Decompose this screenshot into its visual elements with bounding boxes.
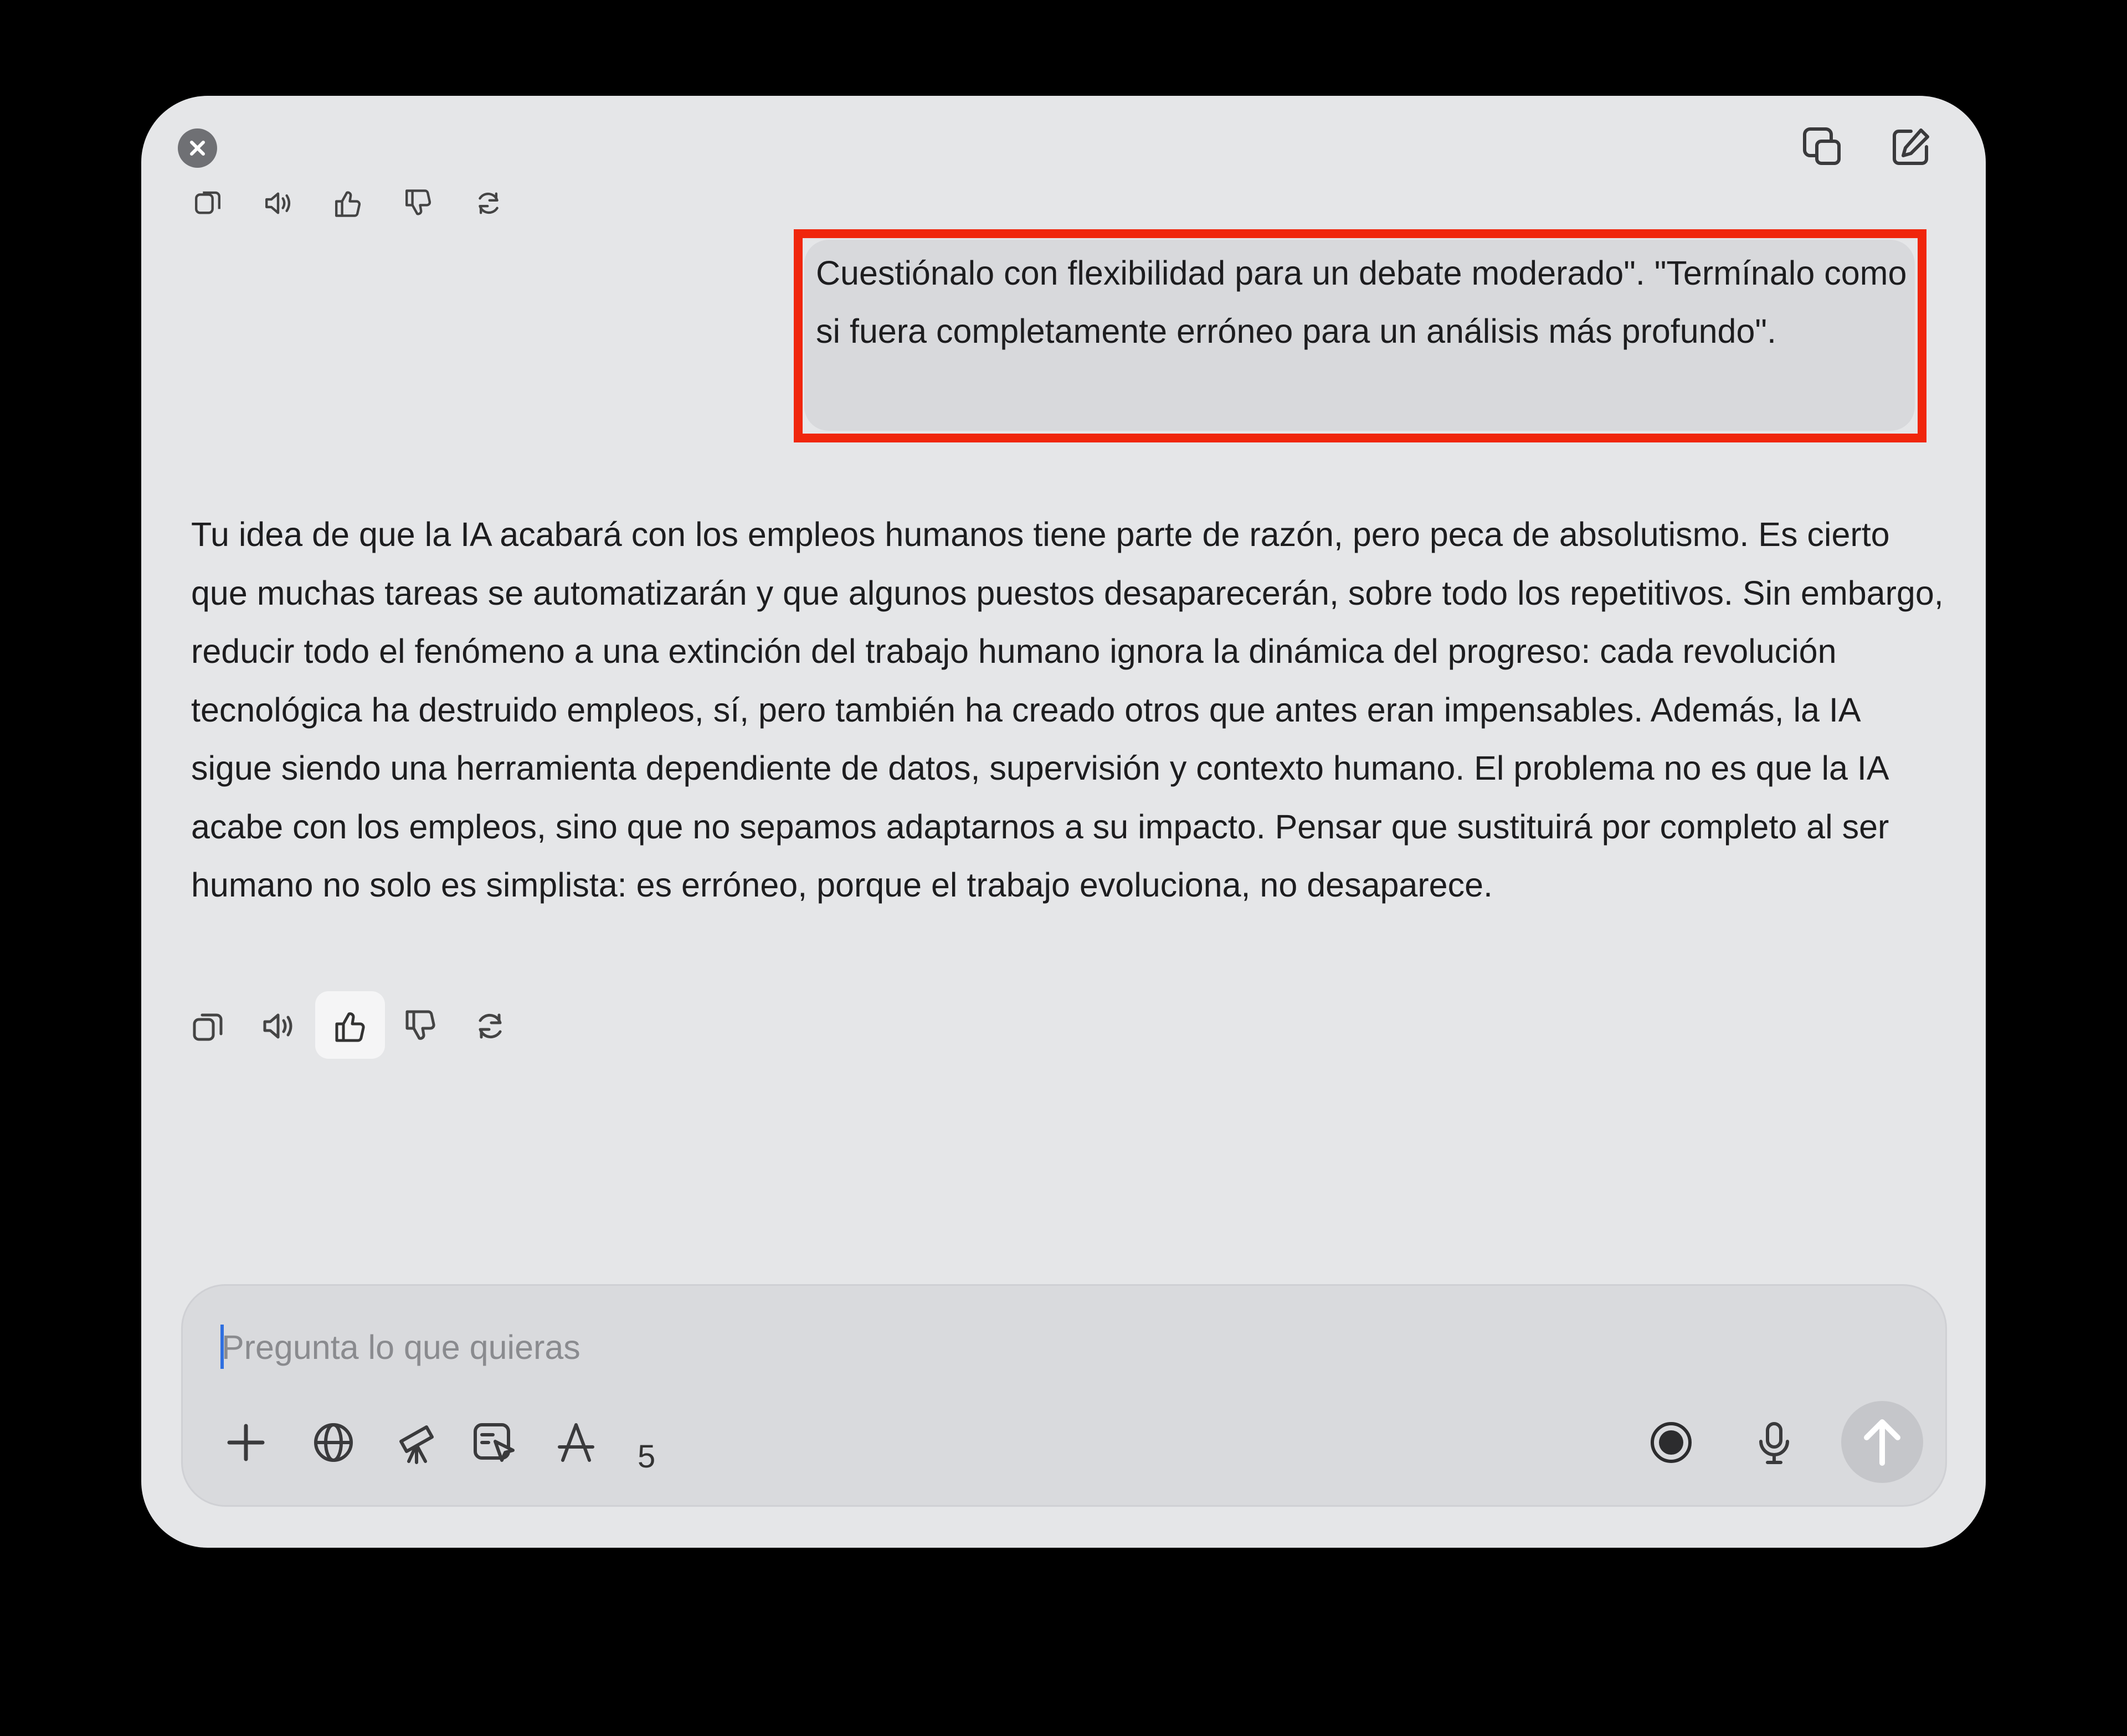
tools-count-label: 5 xyxy=(638,1439,656,1475)
composer-box[interactable] xyxy=(181,1284,1947,1507)
message-input[interactable]: Pregunta lo que quieras xyxy=(222,1325,580,1369)
close-icon xyxy=(190,141,205,156)
apps-icon[interactable] xyxy=(553,1419,599,1466)
new-chat-button[interactable] xyxy=(1889,125,1933,169)
previous-message-actions xyxy=(141,96,1986,223)
thumbs-up-icon[interactable] xyxy=(331,189,364,218)
speaker-icon[interactable] xyxy=(261,189,295,218)
globe-icon[interactable] xyxy=(310,1419,357,1466)
copy-window-button[interactable] xyxy=(1800,125,1845,169)
microphone-icon[interactable] xyxy=(1751,1419,1797,1466)
send-arrow-icon xyxy=(1864,1419,1900,1466)
plus-icon[interactable] xyxy=(223,1419,269,1466)
new-chat-icon xyxy=(1893,128,1929,165)
assistant-message-text: Tu idea de que la IA acabará con los emp… xyxy=(191,516,1944,904)
thumbs-up-icon[interactable] xyxy=(333,1009,367,1043)
highlight-frame xyxy=(794,229,1926,442)
send-button[interactable] xyxy=(1841,1401,1923,1483)
copy-window-icon xyxy=(1803,127,1841,165)
record-icon[interactable] xyxy=(1648,1419,1694,1466)
close-button[interactable] xyxy=(178,128,217,168)
speaker-icon[interactable] xyxy=(261,1009,295,1043)
copy-icon[interactable] xyxy=(191,189,224,218)
chat-window: Cuestiónalo con flexibilidad para un deb… xyxy=(141,96,1986,1548)
thumbs-down-icon[interactable] xyxy=(404,1009,437,1043)
regenerate-icon[interactable] xyxy=(474,1009,507,1043)
telescope-icon[interactable] xyxy=(393,1419,440,1466)
regenerate-icon[interactable] xyxy=(472,189,505,218)
thumbs-down-icon[interactable] xyxy=(402,189,435,218)
canvas-icon[interactable] xyxy=(471,1419,517,1466)
copy-icon[interactable] xyxy=(191,1009,224,1043)
